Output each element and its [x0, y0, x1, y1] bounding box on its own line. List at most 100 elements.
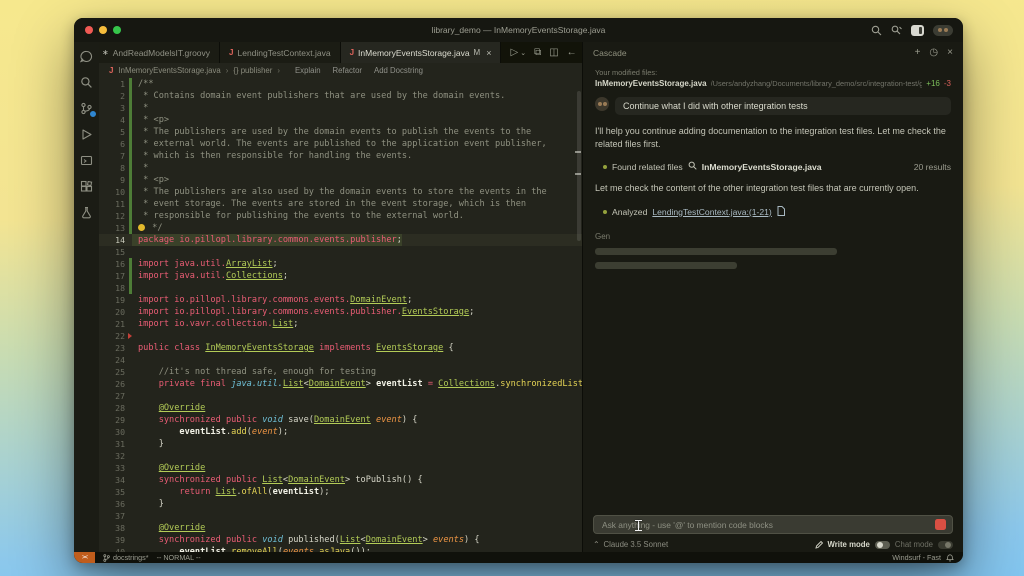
line-number: 26 — [99, 378, 125, 390]
code-line[interactable]: 38 @Override — [99, 522, 582, 534]
chat-mode-toggle[interactable] — [938, 541, 953, 549]
windsurf-status[interactable]: Windsurf - Fast — [892, 553, 941, 562]
code-line[interactable]: 18 — [99, 282, 582, 294]
chat-icon[interactable] — [79, 49, 94, 64]
tab-inmemoryeventsstorage[interactable]: J InMemoryEventsStorage.java M × — [341, 42, 502, 63]
tab-lendingtestcontext[interactable]: J LendingTestContext.java — [220, 42, 341, 63]
code-line[interactable]: 32 — [99, 450, 582, 462]
code-line[interactable]: 5 * The publishers are used by the domai… — [99, 126, 582, 138]
model-chevron-icon[interactable]: ⌃ — [593, 540, 600, 549]
lightbulb-icon[interactable] — [138, 224, 145, 231]
code-line[interactable]: 25 //it's not thread safe, enough for te… — [99, 366, 582, 378]
code-line[interactable]: 34 synchronized public List<DomainEvent>… — [99, 474, 582, 486]
customize-layout-icon[interactable] — [911, 25, 924, 36]
code-line[interactable]: 4 * <p> — [99, 114, 582, 126]
code-line[interactable]: 6 * external world. The events are publi… — [99, 138, 582, 150]
source-control-icon[interactable] — [79, 101, 94, 116]
history-icon[interactable]: ◷ — [929, 47, 938, 58]
code-line[interactable]: 22 — [99, 330, 582, 342]
code-line[interactable]: 9 * <p> — [99, 174, 582, 186]
code-line[interactable]: 26 private final java.util.List<DomainEv… — [99, 378, 582, 390]
code-line[interactable]: 30 eventList.add(event); — [99, 426, 582, 438]
tool-call-analyzed[interactable]: Analyzed LendingTestContext.java:(1-21) — [595, 206, 951, 218]
line-number: 15 — [99, 246, 125, 258]
run-debug-icon[interactable] — [79, 127, 94, 142]
code-line[interactable]: 40 eventList.removeAll(events.asJava()); — [99, 546, 582, 552]
tool-target-file[interactable]: InMemoryEventsStorage.java — [702, 162, 822, 172]
stop-generation-button[interactable] — [935, 519, 946, 530]
modified-file-row[interactable]: InMemoryEventsStorage.java /Users/andyzh… — [595, 79, 951, 88]
code-line[interactable]: 39 synchronized public void published(Li… — [99, 534, 582, 546]
breadcrumb-file[interactable]: InMemoryEventsStorage.java — [118, 66, 220, 75]
editor-scrollbar[interactable] — [577, 91, 581, 241]
loading-skeleton-bar — [595, 248, 837, 255]
code-line[interactable]: 3 * — [99, 102, 582, 114]
tool-call-found-files[interactable]: Found related files InMemoryEventsStorag… — [595, 161, 951, 172]
back-icon[interactable]: ← — [567, 47, 577, 58]
account-menu[interactable] — [933, 25, 953, 36]
groovy-file-icon: ∗ — [102, 48, 109, 57]
search-code-icon[interactable] — [891, 25, 902, 36]
lens-explain[interactable]: Explain — [295, 66, 321, 75]
git-branch-item[interactable]: docstrings* — [103, 553, 149, 562]
code-line[interactable]: 7 * which is then responsible for handli… — [99, 150, 582, 162]
chat-input[interactable] — [594, 520, 935, 530]
chat-input-box[interactable] — [593, 515, 953, 534]
user-message: Continue what I did with other integrati… — [615, 97, 951, 115]
bell-icon[interactable] — [946, 554, 954, 562]
model-selector[interactable]: Claude 3.5 Sonnet — [604, 540, 669, 549]
code-line[interactable]: 27 — [99, 390, 582, 402]
lens-add-docstring[interactable]: Add Docstring — [374, 66, 423, 75]
code-line[interactable]: 21import io.vavr.collection.List; — [99, 318, 582, 330]
code-line[interactable]: 8 * — [99, 162, 582, 174]
code-line[interactable]: 2 * Contains domain event publishers tha… — [99, 90, 582, 102]
line-number: 11 — [99, 198, 125, 210]
tab-readmodels-groovy[interactable]: ∗ AndReadModelsIT.groovy — [99, 42, 220, 63]
lens-refactor[interactable]: Refactor — [333, 66, 362, 75]
code-line[interactable]: 29 synchronized public void save(DomainE… — [99, 414, 582, 426]
code-line[interactable]: 37 — [99, 510, 582, 522]
analyzed-file-link[interactable]: LendingTestContext.java:(1-21) — [652, 207, 771, 217]
code-line[interactable]: 10 * The publishers are also used by the… — [99, 186, 582, 198]
run-dropdown-icon[interactable]: ⌄ — [520, 49, 526, 57]
code-line[interactable]: 15 — [99, 246, 582, 258]
run-file-icon[interactable]: ▷ — [510, 47, 518, 58]
code-line[interactable]: 16import java.util.ArrayList; — [99, 258, 582, 270]
code-line[interactable]: 13 */ — [99, 222, 582, 234]
user-avatar — [595, 97, 609, 111]
code-line[interactable]: 28 @Override — [99, 402, 582, 414]
code-line[interactable]: 24 — [99, 354, 582, 366]
modified-file-name[interactable]: InMemoryEventsStorage.java — [595, 79, 707, 88]
code-line[interactable]: 12 * responsible for publishing the even… — [99, 210, 582, 222]
write-mode-toggle[interactable] — [875, 541, 890, 549]
close-panel-icon[interactable]: × — [947, 47, 953, 58]
code-text: import java.util.ArrayList; — [132, 258, 278, 270]
code-line[interactable]: 35 return List.ofAll(eventList); — [99, 486, 582, 498]
remote-indicator[interactable]: >< — [74, 552, 95, 563]
search-icon[interactable] — [871, 25, 882, 36]
code-line[interactable]: 1/** — [99, 78, 582, 90]
new-chat-icon[interactable]: + — [915, 47, 921, 58]
code-line[interactable]: 36 } — [99, 498, 582, 510]
code-line[interactable]: 23public class InMemoryEventsStorage imp… — [99, 342, 582, 354]
remote-explorer-icon[interactable] — [79, 153, 94, 168]
code-line[interactable]: 14package io.pillopl.library.common.even… — [99, 234, 582, 246]
open-changes-icon[interactable]: ⧉ — [534, 47, 541, 58]
code-text: import java.util.Collections; — [132, 270, 288, 282]
code-line[interactable]: 33 @Override — [99, 462, 582, 474]
lines-removed: -3 — [944, 79, 951, 88]
line-number: 35 — [99, 486, 125, 498]
search-sidebar-icon[interactable] — [79, 75, 94, 90]
code-line[interactable]: 20import io.pillopl.library.commons.even… — [99, 306, 582, 318]
code-line[interactable]: 11 * event storage. The events are store… — [99, 198, 582, 210]
close-tab-icon[interactable]: × — [486, 48, 491, 58]
line-number: 6 — [99, 138, 125, 150]
breadcrumb-symbol[interactable]: {} publisher — [233, 66, 272, 75]
code-line[interactable]: 19import io.pillopl.library.commons.even… — [99, 294, 582, 306]
code-line[interactable]: 31 } — [99, 438, 582, 450]
split-editor-icon[interactable]: ◫ — [549, 47, 558, 58]
extensions-icon[interactable] — [79, 179, 94, 194]
code-editor[interactable]: 1/**2 * Contains domain event publishers… — [99, 77, 582, 552]
test-flask-icon[interactable] — [79, 205, 94, 220]
code-line[interactable]: 17import java.util.Collections; — [99, 270, 582, 282]
